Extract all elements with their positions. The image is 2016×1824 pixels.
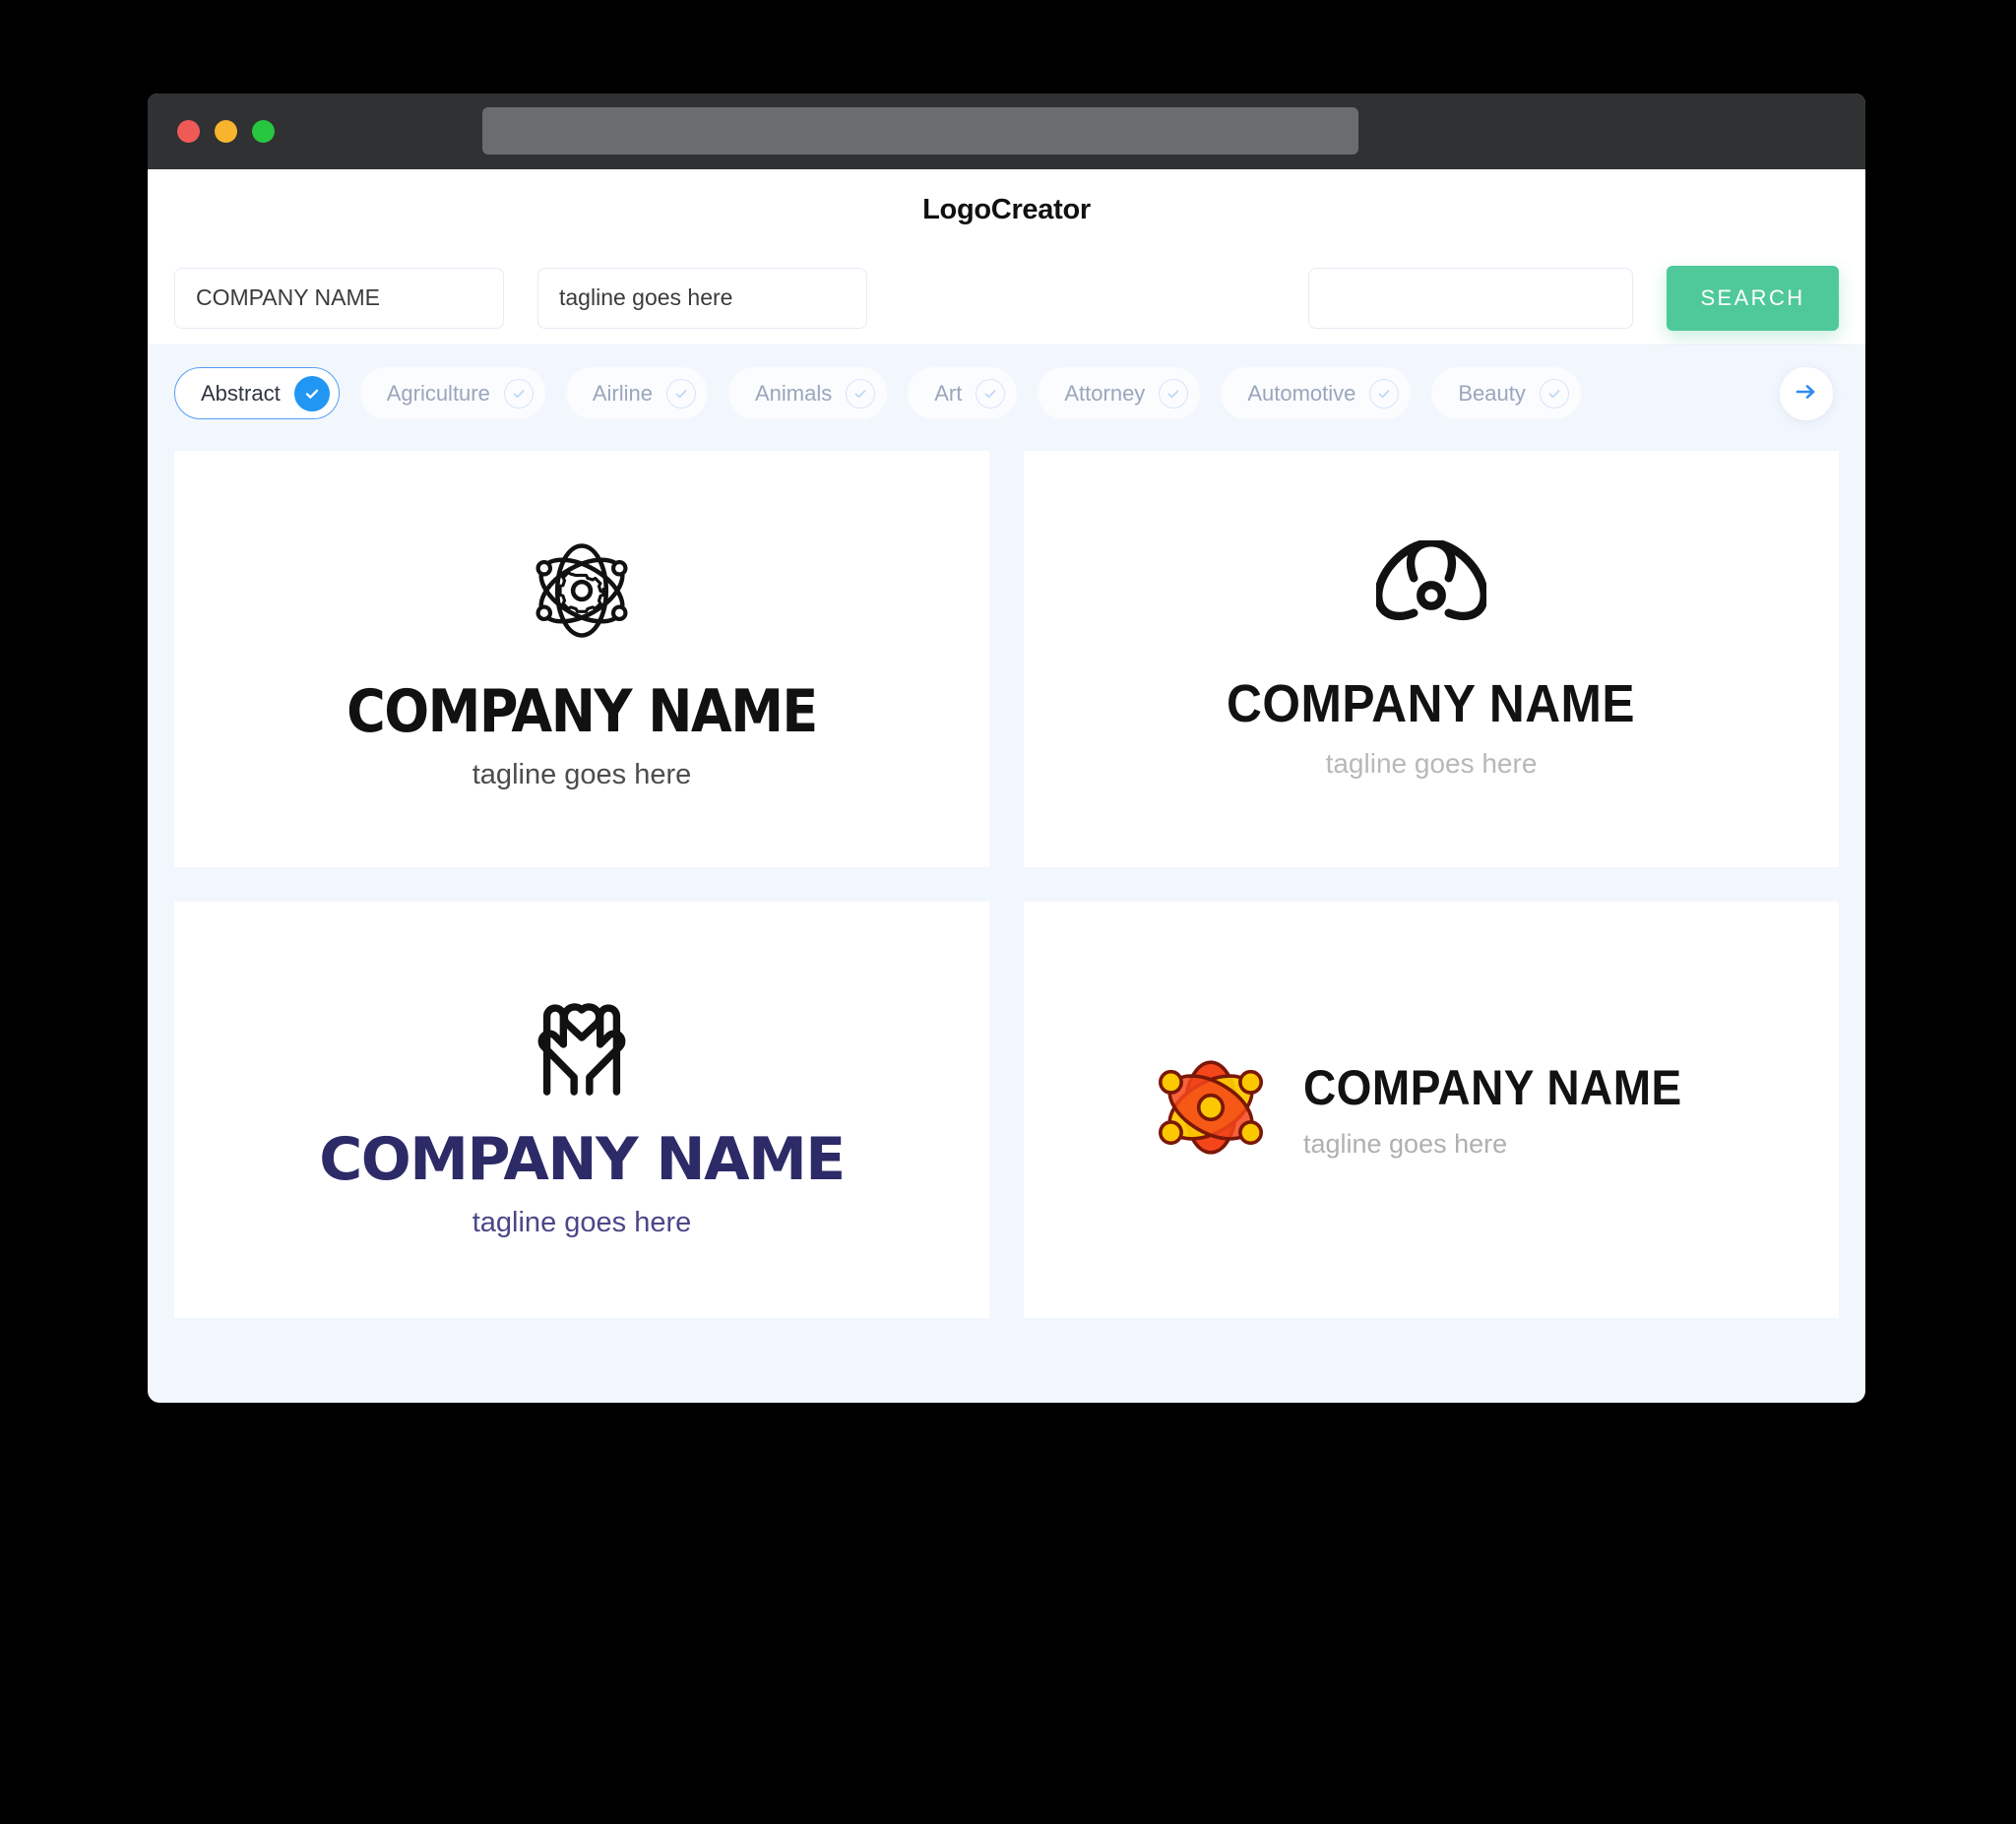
check-icon bbox=[503, 378, 534, 409]
check-icon bbox=[846, 378, 876, 409]
page-title: LogoCreator bbox=[922, 194, 1091, 225]
company-name-input[interactable] bbox=[174, 267, 504, 329]
logo-company-name: COMPANY NAME bbox=[346, 676, 818, 746]
category-chip-attorney[interactable]: Attorney bbox=[1038, 367, 1201, 419]
hands-heart-icon bbox=[524, 983, 640, 1104]
logo-preview: COMPANY NAME tagline goes here bbox=[1209, 538, 1653, 779]
logo-card[interactable]: COMPANY NAME tagline goes here bbox=[1024, 902, 1839, 1318]
logo-company-name: COMPANY NAME bbox=[1227, 674, 1636, 733]
logo-company-name: COMPANY NAME bbox=[319, 1124, 846, 1194]
category-chip-label: Art bbox=[934, 380, 963, 406]
atom-orbit-icon bbox=[1374, 538, 1488, 656]
check-icon bbox=[1369, 378, 1400, 409]
logo-preview: COMPANY NAME tagline goes here bbox=[346, 530, 818, 790]
check-icon bbox=[1539, 378, 1569, 409]
categories-next-button[interactable] bbox=[1780, 366, 1833, 420]
atom-orange-icon bbox=[1148, 1044, 1274, 1175]
app-header: LogoCreator bbox=[148, 169, 1865, 251]
url-bar[interactable] bbox=[482, 107, 1358, 155]
category-chip-automotive[interactable]: Automotive bbox=[1221, 367, 1412, 419]
logo-tagline: tagline goes here bbox=[1302, 1128, 1508, 1159]
logo-preview: COMPANY NAME tagline goes here bbox=[1148, 1044, 1715, 1175]
category-chip-beauty[interactable]: Beauty bbox=[1431, 367, 1581, 419]
category-chip-art[interactable]: Art bbox=[908, 367, 1018, 419]
check-icon bbox=[666, 378, 696, 409]
search-button[interactable]: SEARCH bbox=[1667, 265, 1839, 331]
logo-card[interactable]: COMPANY NAME tagline goes here bbox=[174, 902, 989, 1318]
atom-gear-icon bbox=[521, 530, 643, 657]
category-chip-label: Automotive bbox=[1247, 380, 1356, 406]
logo-card[interactable]: COMPANY NAME tagline goes here bbox=[1024, 451, 1839, 867]
category-chip-airline[interactable]: Airline bbox=[565, 367, 708, 419]
category-chip-animals[interactable]: Animals bbox=[728, 367, 888, 419]
check-icon bbox=[976, 378, 1006, 409]
arrow-right-icon bbox=[1793, 378, 1820, 409]
keyword-input[interactable] bbox=[1308, 267, 1633, 329]
logo-text-block: COMPANY NAME tagline goes here bbox=[1303, 1063, 1715, 1158]
window-controls bbox=[177, 120, 275, 143]
category-chip-label: Airline bbox=[592, 380, 653, 406]
check-icon bbox=[1159, 378, 1189, 409]
logo-company-name: COMPANY NAME bbox=[1302, 1059, 1682, 1115]
category-chip-label: Beauty bbox=[1458, 380, 1526, 406]
screen-root: LogoCreator SEARCH Abstract Agriculture bbox=[0, 0, 2016, 1824]
category-chip-abstract[interactable]: Abstract bbox=[174, 367, 340, 419]
close-window-button[interactable] bbox=[177, 120, 200, 143]
browser-window: LogoCreator SEARCH Abstract Agriculture bbox=[148, 94, 1865, 1403]
category-chip-label: Attorney bbox=[1064, 380, 1146, 406]
logo-tagline: tagline goes here bbox=[472, 1206, 692, 1238]
logo-tagline: tagline goes here bbox=[472, 758, 692, 790]
minimize-window-button[interactable] bbox=[215, 120, 237, 143]
category-chip-agriculture[interactable]: Agriculture bbox=[359, 367, 545, 419]
category-filter-bar: Abstract Agriculture Airline Animals Art… bbox=[148, 346, 1865, 441]
maximize-window-button[interactable] bbox=[252, 120, 275, 143]
logo-card[interactable]: COMPANY NAME tagline goes here bbox=[174, 451, 989, 867]
category-chip-label: Animals bbox=[755, 380, 833, 406]
tagline-input[interactable] bbox=[537, 267, 867, 329]
category-chip-label: Abstract bbox=[201, 380, 281, 406]
logo-results-grid: COMPANY NAME tagline goes here COMPANY N… bbox=[148, 441, 1865, 1352]
category-chip-label: Agriculture bbox=[386, 380, 490, 406]
browser-titlebar bbox=[148, 94, 1865, 169]
search-toolbar: SEARCH bbox=[148, 251, 1865, 346]
logo-preview: COMPANY NAME tagline goes here bbox=[319, 983, 846, 1238]
logo-tagline: tagline goes here bbox=[1325, 748, 1538, 779]
check-icon bbox=[293, 375, 330, 411]
